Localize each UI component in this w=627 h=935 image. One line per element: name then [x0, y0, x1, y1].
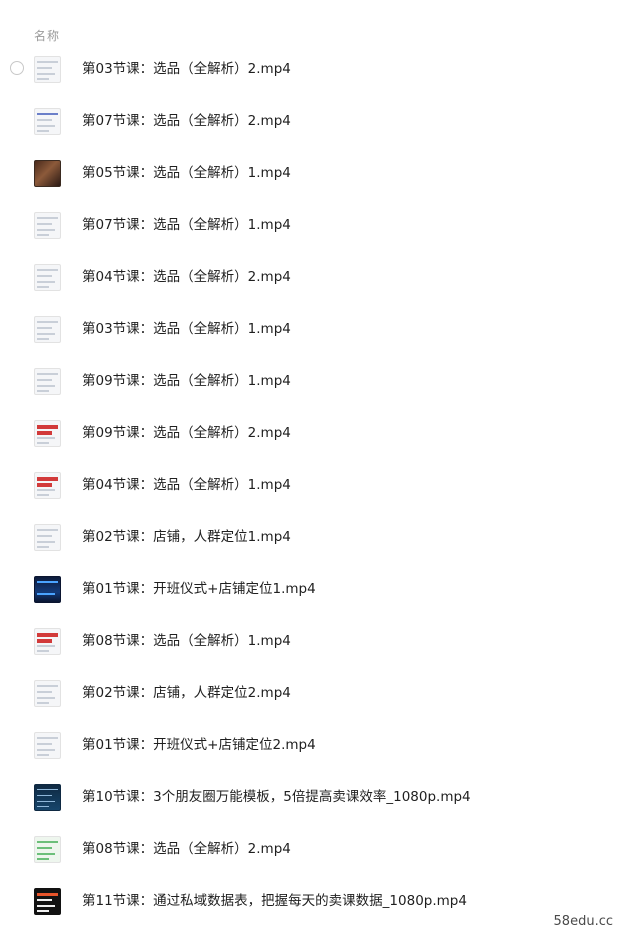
video-thumbnail-icon: [34, 732, 61, 759]
file-name: 第07节课：选品（全解析）1.mp4: [82, 217, 291, 233]
select-checkbox[interactable]: [10, 61, 24, 75]
file-list: 第03节课：选品（全解析）2.mp4 第07节课：选品（全解析）2.mp4 第0…: [0, 43, 627, 927]
file-row[interactable]: 第07节课：选品（全解析）1.mp4: [0, 199, 627, 251]
video-thumbnail-icon: [34, 212, 61, 239]
file-row[interactable]: 第03节课：选品（全解析）1.mp4: [0, 303, 627, 355]
video-thumbnail-icon: [34, 680, 61, 707]
file-name: 第03节课：选品（全解析）2.mp4: [82, 61, 291, 77]
file-row[interactable]: 第04节课：选品（全解析）1.mp4: [0, 459, 627, 511]
file-name: 第02节课：店铺，人群定位1.mp4: [82, 529, 291, 545]
file-row[interactable]: 第02节课：店铺，人群定位2.mp4: [0, 667, 627, 719]
file-row[interactable]: 第08节课：选品（全解析）1.mp4: [0, 615, 627, 667]
file-row[interactable]: 第01节课：开班仪式+店铺定位1.mp4: [0, 563, 627, 615]
file-row[interactable]: 第11节课：通过私域数据表，把握每天的卖课数据_1080p.mp4: [0, 875, 627, 927]
file-name: 第07节课：选品（全解析）2.mp4: [82, 113, 291, 129]
file-name: 第02节课：店铺，人群定位2.mp4: [82, 685, 291, 701]
video-thumbnail-icon: [34, 784, 61, 811]
file-row[interactable]: 第07节课：选品（全解析）2.mp4: [0, 95, 627, 147]
column-header-name[interactable]: 名称: [34, 27, 60, 44]
video-thumbnail-icon: [34, 108, 61, 135]
video-thumbnail-icon: [34, 264, 61, 291]
file-row[interactable]: 第09节课：选品（全解析）2.mp4: [0, 407, 627, 459]
file-name: 第05节课：选品（全解析）1.mp4: [82, 165, 291, 181]
file-name: 第08节课：选品（全解析）2.mp4: [82, 841, 291, 857]
file-row[interactable]: 第03节课：选品（全解析）2.mp4: [0, 43, 627, 95]
video-thumbnail-icon: [34, 472, 61, 499]
file-name: 第01节课：开班仪式+店铺定位1.mp4: [82, 581, 316, 597]
file-name: 第03节课：选品（全解析）1.mp4: [82, 321, 291, 337]
video-thumbnail-icon: [34, 316, 61, 343]
file-name: 第04节课：选品（全解析）2.mp4: [82, 269, 291, 285]
video-thumbnail-icon: [34, 160, 61, 187]
file-row[interactable]: 第05节课：选品（全解析）1.mp4: [0, 147, 627, 199]
file-name: 第11节课：通过私域数据表，把握每天的卖课数据_1080p.mp4: [82, 893, 467, 909]
file-name: 第09节课：选品（全解析）2.mp4: [82, 425, 291, 441]
video-thumbnail-icon: [34, 56, 61, 83]
file-name: 第01节课：开班仪式+店铺定位2.mp4: [82, 737, 316, 753]
video-thumbnail-icon: [34, 368, 61, 395]
file-name: 第04节课：选品（全解析）1.mp4: [82, 477, 291, 493]
file-row[interactable]: 第10节课：3个朋友圈万能模板，5倍提高卖课效率_1080p.mp4: [0, 771, 627, 823]
file-row[interactable]: 第09节课：选品（全解析）1.mp4: [0, 355, 627, 407]
file-name: 第10节课：3个朋友圈万能模板，5倍提高卖课效率_1080p.mp4: [82, 789, 471, 805]
video-thumbnail-icon: [34, 420, 61, 447]
file-name: 第08节课：选品（全解析）1.mp4: [82, 633, 291, 649]
video-thumbnail-icon: [34, 524, 61, 551]
file-row[interactable]: 第04节课：选品（全解析）2.mp4: [0, 251, 627, 303]
file-row[interactable]: 第02节课：店铺，人群定位1.mp4: [0, 511, 627, 563]
video-thumbnail-icon: [34, 888, 61, 915]
file-row[interactable]: 第01节课：开班仪式+店铺定位2.mp4: [0, 719, 627, 771]
file-name: 第09节课：选品（全解析）1.mp4: [82, 373, 291, 389]
video-thumbnail-icon: [34, 628, 61, 655]
file-row[interactable]: 第08节课：选品（全解析）2.mp4: [0, 823, 627, 875]
video-thumbnail-icon: [34, 576, 61, 603]
video-thumbnail-icon: [34, 836, 61, 863]
watermark-text: 58edu.cc: [553, 914, 613, 929]
